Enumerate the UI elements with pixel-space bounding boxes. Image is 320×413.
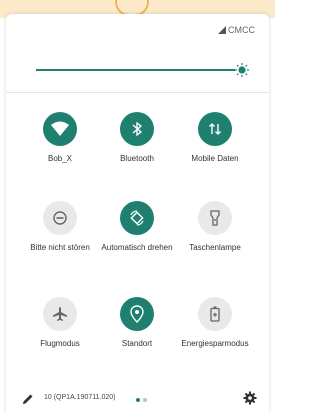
page-dot-active bbox=[136, 398, 140, 402]
airplane-toggle[interactable] bbox=[43, 297, 77, 331]
tile-label: Bitte nicht stören bbox=[30, 243, 90, 252]
tile-bluetooth[interactable]: Bluetooth bbox=[94, 112, 180, 164]
location-toggle[interactable] bbox=[120, 297, 154, 331]
brightness-slider[interactable] bbox=[36, 62, 249, 78]
footer: 10 (QP1A.190711.020) bbox=[6, 385, 269, 413]
bluetooth-toggle[interactable] bbox=[120, 112, 154, 146]
auto-rotate-toggle[interactable] bbox=[120, 201, 154, 235]
tile-airplane[interactable]: Flugmodus bbox=[17, 297, 103, 349]
battery-saver-toggle[interactable] bbox=[198, 297, 232, 331]
tile-flashlight[interactable]: Taschenlampe bbox=[172, 201, 258, 253]
carrier-name: CMCC bbox=[228, 25, 255, 35]
tile-label: Taschenlampe bbox=[189, 243, 241, 252]
battery-saver-icon bbox=[210, 306, 220, 322]
bluetooth-icon bbox=[132, 121, 143, 137]
tile-location[interactable]: Standort bbox=[94, 297, 180, 349]
tile-label: Mobile Daten bbox=[191, 154, 239, 163]
mobile-data-icon bbox=[209, 123, 221, 135]
page-indicator bbox=[136, 398, 147, 402]
do-not-disturb-icon bbox=[53, 211, 67, 225]
tile-label: Standort bbox=[121, 339, 153, 348]
tile-label: Flugmodus bbox=[40, 339, 80, 348]
edit-icon[interactable] bbox=[22, 393, 34, 405]
status-bar: CMCC bbox=[218, 25, 255, 35]
page-dot bbox=[143, 398, 147, 402]
wifi-toggle[interactable] bbox=[43, 112, 77, 146]
tile-label: Automatisch drehen bbox=[101, 243, 173, 252]
tile-auto-rotate[interactable]: Automatisch drehen bbox=[94, 201, 180, 253]
flashlight-icon bbox=[210, 210, 220, 226]
wifi-icon bbox=[51, 121, 69, 136]
airplane-icon bbox=[53, 307, 67, 321]
dnd-toggle[interactable] bbox=[43, 201, 77, 235]
quick-settings-panel: CMCC Bob_X Bluetooth Mobile Daten Bitte … bbox=[6, 14, 269, 413]
flashlight-toggle[interactable] bbox=[198, 201, 232, 235]
signal-icon bbox=[218, 26, 226, 34]
divider bbox=[6, 92, 269, 93]
tile-label: Bluetooth bbox=[120, 154, 154, 163]
mobile-data-toggle[interactable] bbox=[198, 112, 232, 146]
tile-wifi[interactable]: Bob_X bbox=[17, 112, 103, 164]
brightness-thumb[interactable] bbox=[234, 62, 250, 78]
tile-battery-saver[interactable]: Energiesparmodus bbox=[172, 297, 258, 349]
tile-mobile-data[interactable]: Mobile Daten bbox=[172, 112, 258, 164]
rotate-icon bbox=[130, 210, 144, 226]
location-icon bbox=[130, 305, 144, 323]
brightness-track[interactable] bbox=[36, 69, 242, 71]
build-number: 10 (QP1A.190711.020) bbox=[44, 394, 116, 401]
tile-label: Energiesparmodus bbox=[181, 339, 249, 348]
settings-gear-icon[interactable] bbox=[243, 391, 257, 405]
tile-dnd[interactable]: Bitte nicht stören bbox=[17, 201, 103, 253]
brightness-icon bbox=[234, 63, 249, 77]
tile-label: Bob_X bbox=[47, 154, 73, 163]
